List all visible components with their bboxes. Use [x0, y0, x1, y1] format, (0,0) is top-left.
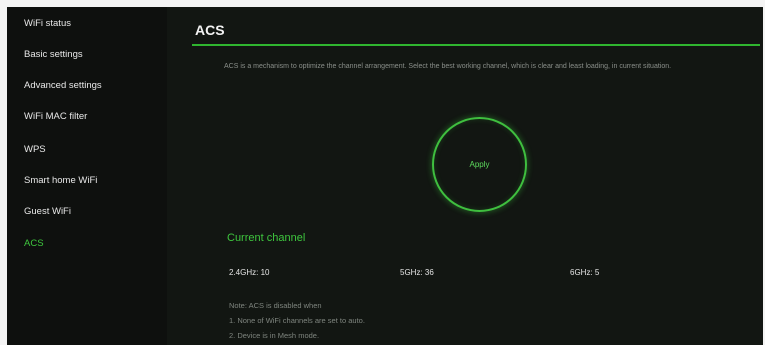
note-line: 2. Device is in Mesh mode.	[229, 331, 320, 340]
sidebar-item-guest-wifi[interactable]: Guest WiFi	[24, 206, 71, 217]
note-line: 1. None of WiFi channels are set to auto…	[229, 316, 365, 325]
channel-5ghz: 5GHz: 36	[400, 268, 434, 277]
sidebar-item-acs[interactable]: ACS	[24, 238, 44, 249]
channel-2-4ghz: 2.4GHz: 10	[229, 268, 270, 277]
sidebar: WiFi status Basic settings Advanced sett…	[7, 7, 167, 345]
channel-6ghz: 6GHz: 5	[570, 268, 600, 277]
sidebar-item-wps[interactable]: WPS	[24, 144, 46, 155]
sidebar-item-wifi-status[interactable]: WiFi status	[24, 18, 71, 29]
acs-description: ACS is a mechanism to optimize the chann…	[224, 63, 672, 70]
app-window: WiFi status Basic settings Advanced sett…	[7, 7, 763, 345]
title-divider	[192, 44, 760, 46]
main-panel: ACS ACS is a mechanism to optimize the c…	[167, 7, 763, 345]
current-channel-title: Current channel	[227, 232, 306, 244]
apply-button[interactable]: Apply	[432, 117, 527, 212]
sidebar-item-smart-home-wifi[interactable]: Smart home WiFi	[24, 175, 97, 186]
note-heading: Note: ACS is disabled when	[229, 301, 322, 310]
page-title: ACS	[195, 22, 225, 38]
sidebar-item-basic-settings[interactable]: Basic settings	[24, 49, 83, 60]
sidebar-item-advanced-settings[interactable]: Advanced settings	[24, 80, 102, 91]
sidebar-item-wifi-mac-filter[interactable]: WiFi MAC filter	[24, 111, 87, 122]
